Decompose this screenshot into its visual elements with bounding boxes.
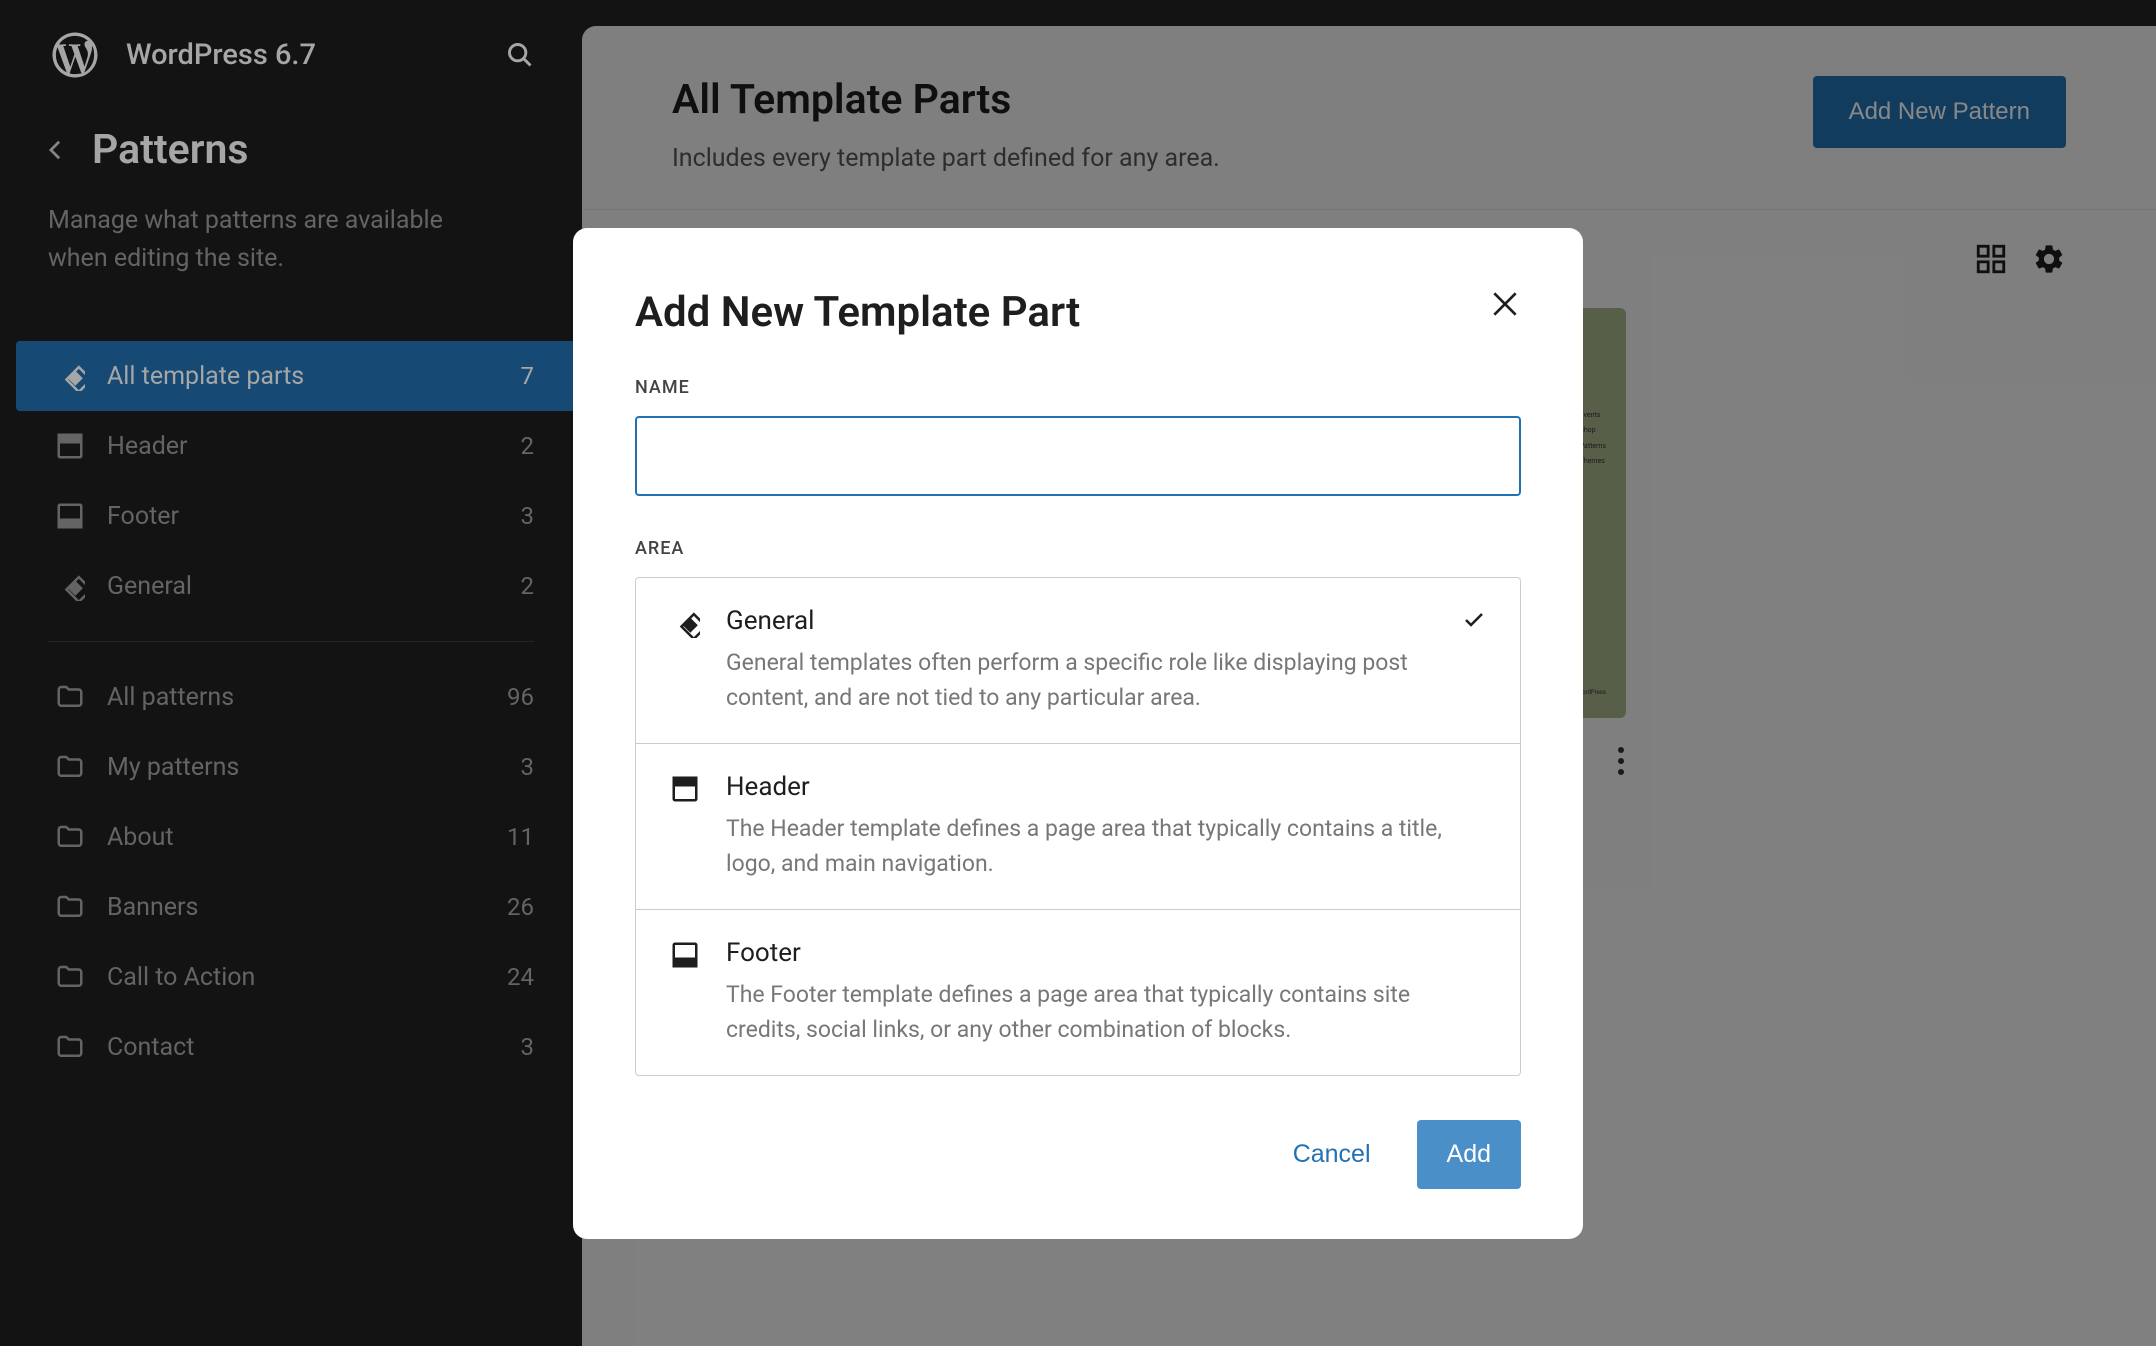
area-label: AREA xyxy=(635,538,1521,559)
modal-backdrop: Add New Template Part NAME AREA General … xyxy=(0,0,2156,1346)
header-icon xyxy=(670,774,702,806)
cancel-button[interactable]: Cancel xyxy=(1263,1120,1401,1189)
area-option-general[interactable]: General General templates often perform … xyxy=(636,578,1520,744)
add-button[interactable]: Add xyxy=(1417,1120,1521,1189)
close-icon xyxy=(1489,288,1521,320)
area-option-header[interactable]: Header The Header template defines a pag… xyxy=(636,744,1520,910)
diamond-icon xyxy=(670,608,702,640)
footer-icon xyxy=(670,940,702,972)
area-description: General templates often perform a specif… xyxy=(726,646,1486,715)
area-title: General xyxy=(726,606,1486,636)
modal-actions: Cancel Add xyxy=(635,1120,1521,1189)
area-title: Header xyxy=(726,772,1486,802)
area-option-footer[interactable]: Footer The Footer template defines a pag… xyxy=(636,910,1520,1075)
modal-title: Add New Template Part xyxy=(635,288,1521,337)
name-label: NAME xyxy=(635,377,1521,398)
area-description: The Footer template defines a page area … xyxy=(726,978,1486,1047)
add-template-part-modal: Add New Template Part NAME AREA General … xyxy=(573,228,1583,1239)
area-list: General General templates often perform … xyxy=(635,577,1521,1076)
area-description: The Header template defines a page area … xyxy=(726,812,1486,881)
check-icon xyxy=(1462,608,1486,636)
name-input[interactable] xyxy=(635,416,1521,496)
close-button[interactable] xyxy=(1489,288,1521,324)
area-title: Footer xyxy=(726,938,1486,968)
